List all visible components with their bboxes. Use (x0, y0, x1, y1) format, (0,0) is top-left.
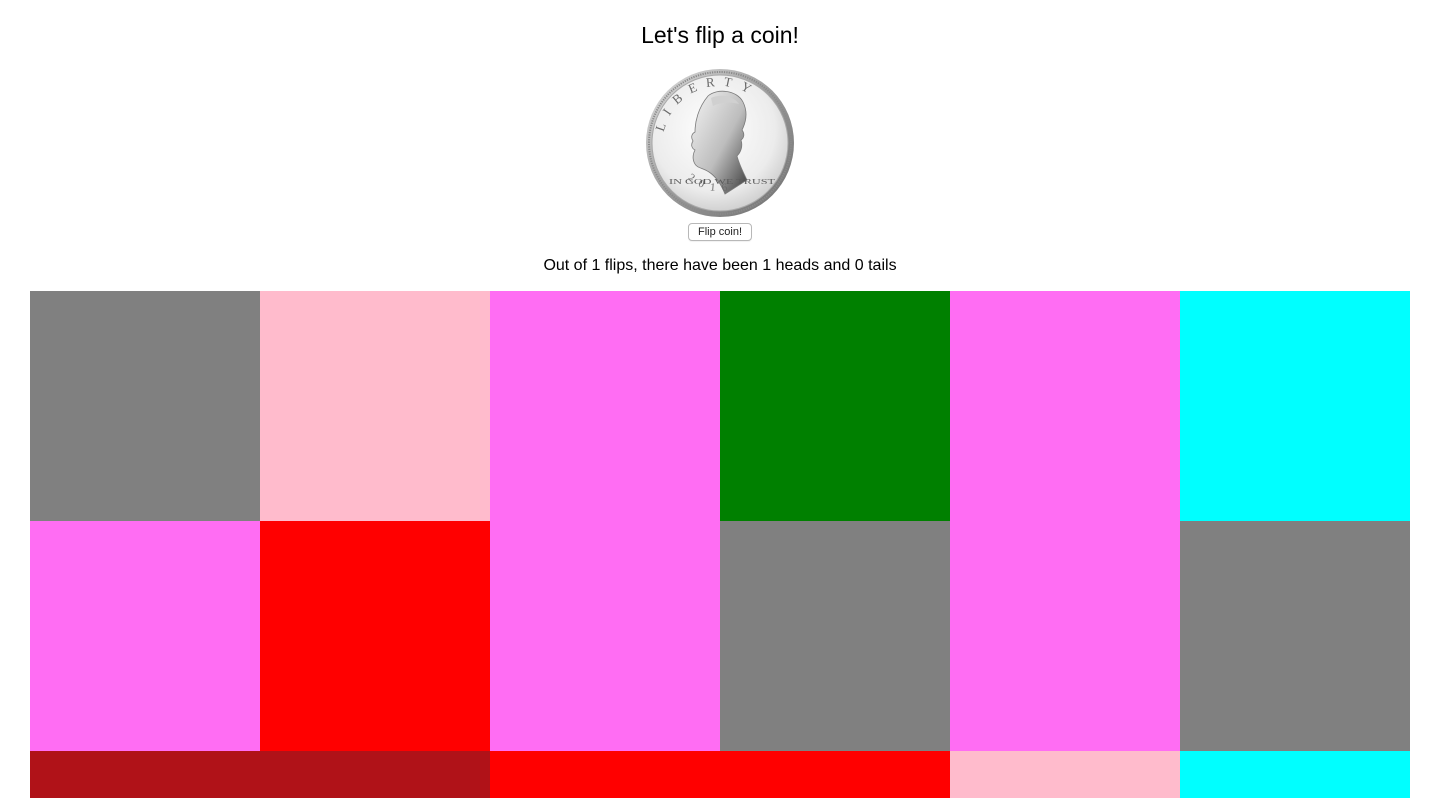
color-tile (1180, 291, 1410, 521)
color-tile (260, 291, 490, 521)
color-tile (950, 751, 1180, 798)
page-title: Let's flip a coin! (641, 22, 799, 48)
color-tile (1180, 751, 1410, 798)
color-tile (720, 291, 950, 521)
color-tile (30, 521, 260, 751)
color-tile (490, 291, 720, 751)
color-tile (260, 521, 490, 751)
color-tile (720, 521, 950, 751)
flip-coin-button[interactable]: Flip coin! (688, 223, 752, 241)
color-tile-grid (30, 291, 1410, 798)
color-tile (1180, 521, 1410, 751)
color-tile (30, 751, 490, 798)
color-tile (30, 291, 260, 521)
coin-flip-page: Let's flip a coin! LIBERTY IN GOD WE TRU… (0, 0, 1440, 798)
color-tile (950, 291, 1180, 751)
coin-image: LIBERTY IN GOD WE TRUST 2016 (646, 69, 794, 217)
color-tile (490, 751, 950, 798)
flip-stats: Out of 1 flips, there have been 1 heads … (543, 257, 897, 274)
